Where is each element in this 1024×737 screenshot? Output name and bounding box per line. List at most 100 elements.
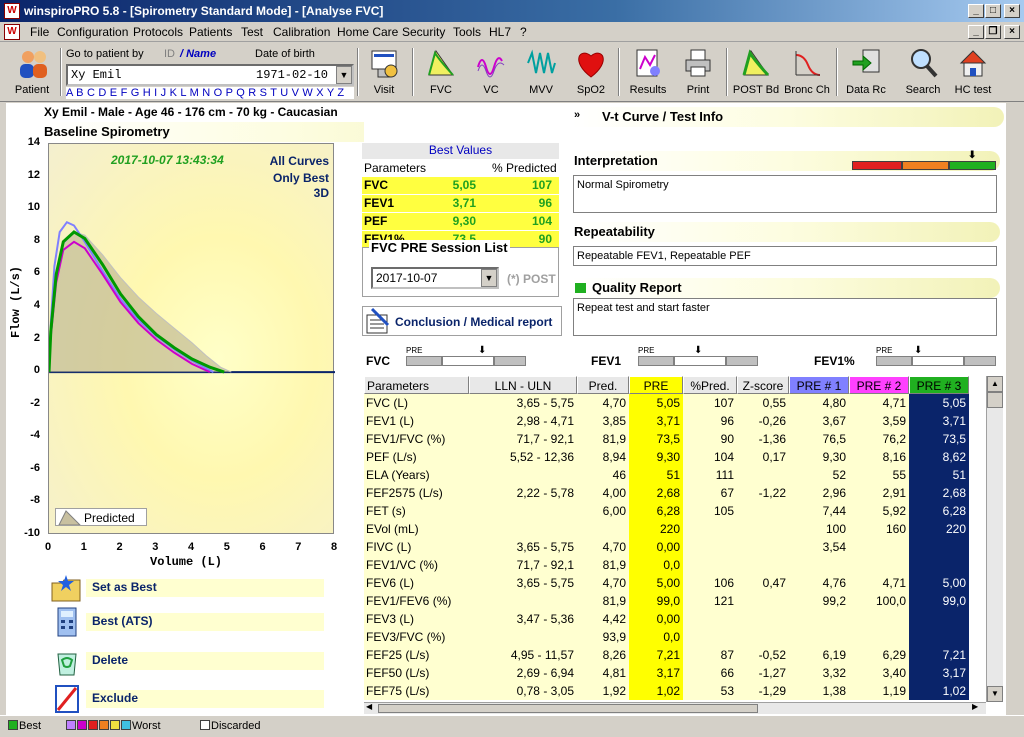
table-cell: 66 (683, 664, 737, 682)
scroll-right-icon[interactable]: ▶ (972, 702, 978, 711)
scroll-up-icon[interactable]: ▲ (987, 376, 1003, 392)
doc-minimize-button[interactable]: _ (968, 25, 984, 39)
doc-restore-button[interactable]: ❐ (985, 25, 1001, 39)
slider-marker-icon: ⬇ (478, 345, 487, 356)
fev1-slider-label: FEV1 (591, 354, 622, 368)
severity-green (949, 161, 996, 170)
patient-button[interactable]: Patient (4, 45, 60, 99)
table-header-cell[interactable]: PRE # 1 (789, 376, 849, 394)
only-best-option[interactable]: Only Best (273, 171, 329, 185)
table-cell (909, 628, 969, 646)
hc-test-button[interactable]: HC test (945, 45, 1001, 99)
table-horizontal-scrollbar[interactable]: ◀ ▶ (364, 702, 986, 714)
table-cell: 2,68 (629, 484, 683, 502)
mvv-button[interactable]: MVV (513, 45, 569, 99)
table-cell: 4,70 (577, 574, 629, 592)
visit-button[interactable]: Visit (356, 45, 412, 99)
table-vertical-scrollbar[interactable]: ▲ ▼ (986, 376, 1003, 702)
scroll-left-icon[interactable]: ◀ (366, 702, 372, 711)
table-header-cell[interactable]: Pred. (577, 376, 629, 394)
print-button[interactable]: Print (670, 45, 726, 99)
table-cell: 4,70 (577, 394, 629, 412)
menu-calibration[interactable]: Calibration (273, 25, 330, 39)
fvc-button[interactable]: FVC (413, 45, 469, 99)
menu-protocols[interactable]: Protocols (133, 25, 183, 39)
best-ats-button[interactable]: Best (ATS) (48, 607, 326, 637)
set-as-best-button[interactable]: Set as Best (48, 573, 326, 603)
table-cell: 51 (629, 466, 683, 484)
bronc-ch-button[interactable]: Bronc Ch (779, 45, 835, 99)
vc-button[interactable]: VC (463, 45, 519, 99)
vt-curve-header[interactable]: » V-t Curve / Test Info (572, 107, 1004, 127)
menu-tools[interactable]: Tools (453, 25, 481, 39)
menu-security[interactable]: Security (402, 25, 445, 39)
table-cell: 220 (629, 520, 683, 538)
scroll-down-icon[interactable]: ▼ (987, 686, 1003, 702)
menu-test[interactable]: Test (241, 25, 263, 39)
table-cell (469, 592, 577, 610)
conclusion-button[interactable]: Conclusion / Medical report (362, 306, 562, 336)
table-header-cell[interactable]: PRE # 2 (849, 376, 909, 394)
table-cell: 1,38 (789, 682, 849, 700)
table-cell: 100 (789, 520, 849, 538)
table-cell: 0,0 (629, 556, 683, 574)
maximize-button[interactable]: □ (985, 4, 1001, 18)
table-header-cell[interactable]: Z-score (737, 376, 789, 394)
severity-red (852, 161, 902, 170)
menu-help[interactable]: ? (520, 25, 527, 39)
post-bd-button[interactable]: POST Bd (728, 45, 784, 99)
table-header-cell[interactable]: LLN - ULN (469, 376, 577, 394)
menu-file[interactable]: File (30, 25, 49, 39)
chevron-down-icon[interactable]: ▼ (336, 66, 352, 84)
heart-icon (576, 47, 606, 79)
table-cell: 5,00 (909, 574, 969, 592)
all-curves-option[interactable]: All Curves (270, 154, 329, 168)
x-tick-label: 6 (259, 541, 266, 553)
session-date-select[interactable]: 2017-10-07 ▼ (371, 267, 499, 289)
search-button[interactable]: Search (895, 45, 951, 99)
best-value-pct: 107 (531, 178, 552, 192)
table-cell (469, 466, 577, 484)
fev1-slider (638, 356, 758, 366)
doc-close-button[interactable]: × (1004, 25, 1020, 39)
h-scroll-thumb[interactable] (378, 704, 758, 713)
table-cell (849, 538, 909, 556)
table-header-cell[interactable]: PRE (629, 376, 683, 394)
table-cell: 3,54 (789, 538, 849, 556)
palette-swatch (110, 720, 120, 730)
menu-patients[interactable]: Patients (189, 25, 232, 39)
best-values-panel: Best Values Parameters % Predicted FVC 5,… (362, 143, 559, 248)
patient-combo[interactable]: Xy Emil 1971-02-10 ▼ (66, 64, 354, 86)
chevron-down-icon[interactable]: ▼ (481, 269, 497, 287)
table-cell: 0,00 (629, 610, 683, 628)
x-axis-label: Volume (L) (150, 555, 223, 569)
delete-button[interactable]: Delete (48, 646, 326, 676)
table-cell (737, 610, 789, 628)
3d-option[interactable]: 3D (314, 186, 329, 200)
table-cell: 73,5 (629, 430, 683, 448)
table-cell (849, 556, 909, 574)
scroll-thumb[interactable] (987, 392, 1003, 408)
vc-wave-icon (476, 47, 506, 79)
table-cell: 4,71 (849, 574, 909, 592)
table-row-label: FEF75 (L/s) (364, 682, 469, 700)
table-cell: 9,30 (629, 448, 683, 466)
table-header-cell[interactable]: %Pred. (683, 376, 737, 394)
minimize-button[interactable]: _ (968, 4, 984, 18)
close-button[interactable]: × (1004, 4, 1020, 18)
data-rc-button[interactable]: Data Rc (838, 45, 894, 99)
results-button[interactable]: Results (620, 45, 676, 99)
spo2-button[interactable]: SpO2 (563, 45, 619, 99)
menu-home-care[interactable]: Home Care (337, 25, 398, 39)
menu-configuration[interactable]: Configuration (57, 25, 128, 39)
table-header-cell[interactable]: PRE # 3 (909, 376, 969, 394)
fvc-slider-label: FVC (366, 354, 390, 368)
menu-hl7[interactable]: HL7 (489, 25, 511, 39)
table-cell: 5,05 (909, 394, 969, 412)
exclude-button[interactable]: Exclude (48, 684, 326, 714)
table-header-cell[interactable]: Parameters (364, 376, 469, 394)
alphabet-index[interactable]: A B C D E F G H I J K L M N O P Q R S T … (66, 87, 354, 99)
table-cell: 2,98 - 4,71 (469, 412, 577, 430)
y-tick-label: 12 (27, 168, 40, 181)
app-logo-icon: W (4, 3, 20, 19)
